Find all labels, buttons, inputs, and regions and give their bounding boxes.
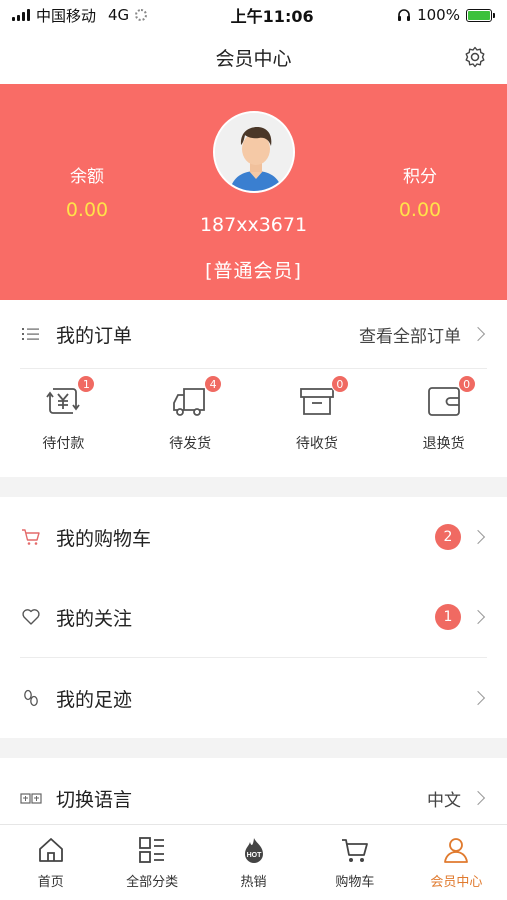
signal-icon: [12, 9, 30, 21]
tab-label: 购物车: [335, 875, 375, 890]
section-gap: [0, 738, 507, 758]
points-block[interactable]: 积分 0.00: [370, 162, 470, 221]
hot-icon: HOT: [244, 838, 263, 863]
chevron-right-icon: [470, 609, 486, 625]
list-icon: [20, 323, 42, 345]
chevron-right-icon: [470, 690, 486, 706]
language-label: 切换语言: [56, 788, 133, 811]
order-status-list: 1 待付款 4 待发货 0 待收货 0 退换货: [0, 369, 507, 477]
favorites-count-badge: 1: [435, 604, 461, 630]
cart-count-badge: 2: [435, 524, 461, 550]
footprint-icon: [24, 689, 38, 707]
battery-percent: 100%: [417, 6, 460, 24]
bottom-tab-bar: 首页 全部分类 HOT 热销 购物车 会员中心: [0, 824, 507, 900]
menu-item-cart[interactable]: 我的购物车 2: [0, 497, 507, 577]
orders-header-row[interactable]: 我的订单 查看全部订单: [0, 300, 507, 368]
order-count-badge: 0: [330, 375, 349, 393]
order-label: 待收货: [295, 436, 338, 452]
member-level: [普通会员]: [205, 260, 302, 282]
network-label: 4G: [108, 6, 130, 24]
gear-icon[interactable]: [463, 45, 487, 69]
orders-title: 我的订单: [56, 324, 133, 347]
user-icon: [444, 838, 469, 863]
chevron-right-icon: [470, 790, 486, 806]
profile-header: 余额 0.00 积分 0.00 187xx3671 [普通会员]: [0, 84, 507, 300]
order-to-receive[interactable]: 0 待收货: [254, 369, 381, 477]
tab-home[interactable]: 首页: [0, 825, 101, 900]
order-label: 待付款: [42, 436, 85, 452]
balance-label: 余额: [70, 167, 104, 187]
tab-label: 全部分类: [126, 875, 179, 890]
menu-item-footprints[interactable]: 我的足迹: [0, 658, 507, 738]
avatar-image: [215, 113, 293, 191]
cart-icon: [22, 529, 40, 545]
footprints-label: 我的足迹: [56, 688, 133, 711]
tab-label: 首页: [37, 875, 64, 890]
clock: 上午11:06: [230, 7, 314, 26]
home-icon: [38, 838, 63, 862]
order-to-ship[interactable]: 4 待发货: [127, 369, 254, 477]
tab-member-center[interactable]: 会员中心: [406, 825, 507, 900]
order-label: 退换货: [422, 436, 465, 452]
section-gap: [0, 477, 507, 497]
order-count-badge: 0: [457, 375, 476, 393]
battery-icon: [465, 8, 495, 22]
menu-section: 我的购物车 2 我的关注 1 我的足迹: [0, 497, 507, 738]
language-icon: [20, 793, 42, 804]
tab-hot[interactable]: HOT 热销: [203, 825, 304, 900]
tab-categories[interactable]: 全部分类: [101, 825, 202, 900]
view-all-orders-link[interactable]: 查看全部订单: [359, 322, 461, 347]
category-icon: [139, 837, 165, 863]
order-count-badge: 1: [77, 375, 96, 393]
order-pending-payment[interactable]: 1 待付款: [0, 369, 127, 477]
orders-section: 我的订单 查看全部订单 1 待付款 4 待发货 0 待收货 0 退换货: [0, 300, 507, 477]
tab-label: 热销: [240, 875, 267, 890]
cart-icon: [341, 839, 368, 862]
loading-icon: [135, 9, 148, 21]
avatar[interactable]: [213, 111, 295, 193]
page-title: 会员中心: [215, 47, 292, 70]
tab-cart[interactable]: 购物车: [304, 825, 405, 900]
chevron-right-icon: [470, 529, 486, 545]
tab-label: 会员中心: [430, 875, 483, 890]
language-value: 中文: [427, 790, 461, 811]
order-returns[interactable]: 0 退换货: [380, 369, 507, 477]
cart-label: 我的购物车: [56, 527, 152, 550]
balance-block[interactable]: 余额 0.00: [37, 162, 137, 221]
svg-text:HOT: HOT: [246, 852, 262, 859]
favorites-label: 我的关注: [56, 607, 133, 630]
order-label: 待发货: [169, 436, 212, 452]
chevron-right-icon: [470, 326, 486, 342]
menu-item-favorites[interactable]: 我的关注 1: [0, 577, 507, 657]
carrier-label: 中国移动: [36, 6, 97, 25]
headphones-icon: [398, 9, 411, 21]
order-count-badge: 4: [204, 375, 223, 393]
heart-icon: [22, 609, 40, 625]
points-label: 积分: [403, 167, 437, 187]
phone-number: 187xx3671: [199, 214, 308, 236]
nav-bar: 会员中心: [0, 30, 507, 84]
status-bar: 中国移动 4G 上午11:06 100%: [0, 0, 507, 30]
